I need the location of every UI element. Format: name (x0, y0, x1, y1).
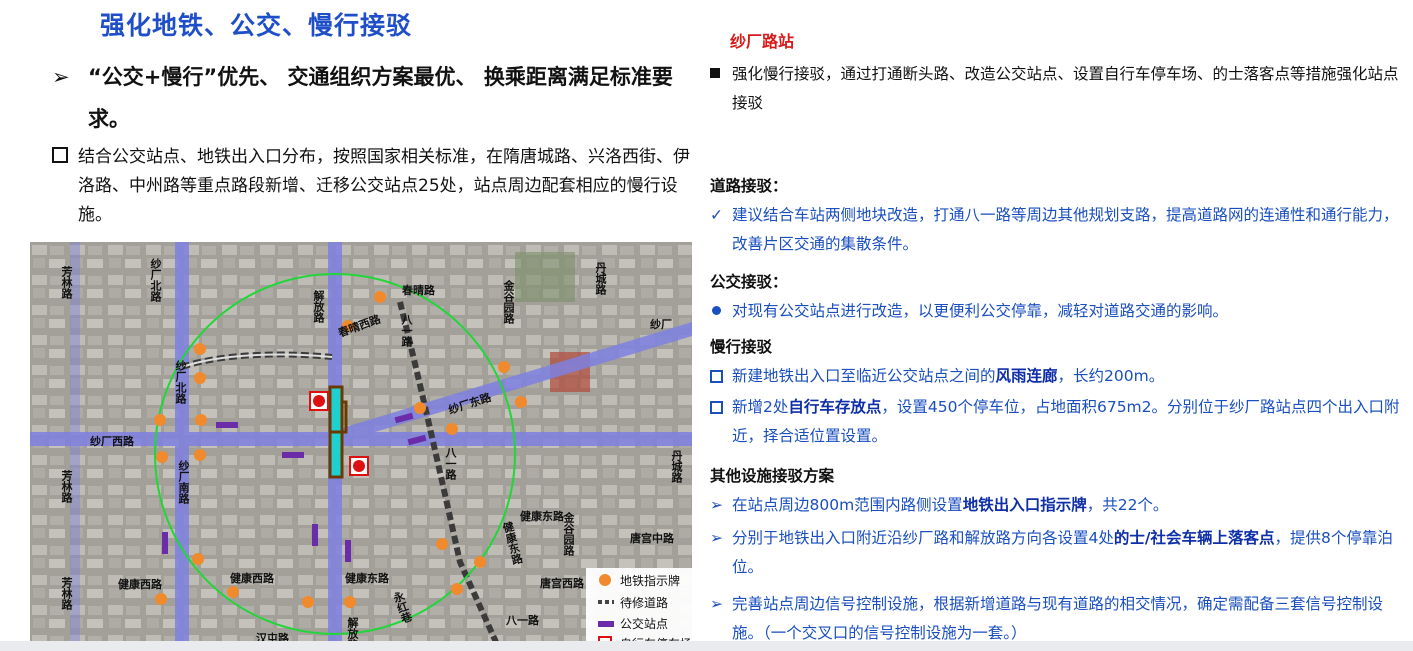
road-item: ✓ 建议结合车站两侧地块改造，打通八一路等周边其他规划支路，提高道路网的连通性和… (710, 201, 1410, 259)
other-item-2-bold: 的士/社会车辆上落客点 (1113, 529, 1275, 547)
road-label: 芳林路 (60, 469, 73, 504)
road-label: 纱厂西路 (90, 434, 135, 448)
road-label: 八一路 (505, 613, 540, 627)
purple-bar-icon (598, 621, 614, 627)
slow-item-2: 新增2处自行车存放点，设置450个停车位，占地面积675m2。分别位于纱厂路站点… (710, 393, 1410, 451)
filled-square-bullet-icon (710, 68, 720, 78)
slow-item-1-text: 新建地铁出入口至临近公交站点之间的 (732, 367, 996, 385)
station-name: 纱厂路站 (730, 32, 795, 51)
bike-parking-1 (309, 391, 329, 411)
road-label: 丹城路 (594, 262, 607, 296)
arrow-bullet-icon: ➢ (710, 529, 723, 547)
road-label: 纱厂北路 (174, 360, 187, 405)
slow-header: 慢行接驳 (710, 338, 773, 356)
slow-item-1-bold: 风雨连廊 (995, 367, 1058, 385)
road-label: 金谷园路 (502, 279, 516, 325)
road-label: 健康东路 (520, 509, 565, 523)
other-item-1-text: 在站点周边800m范围内路侧设置 (732, 496, 963, 514)
orange-dot-icon (599, 574, 611, 586)
other-item-2: ➢ 分别于地铁出入口附近沿纱厂路和解放路方向各设置4处的士/社会车辆上落客点，提… (710, 524, 1410, 582)
bus-stop-bullet: 结合公交站点、地铁出入口分布，按照国家相关标准，在隋唐城路、兴洛西街、伊洛路、中… (52, 143, 692, 230)
page-title: 强化地铁、公交、慢行接驳 (100, 11, 413, 40)
square-bullet-icon (710, 401, 723, 414)
square-bullet-icon (52, 147, 68, 163)
arrow-bullet-icon: ➢ (52, 65, 70, 89)
legend-label: 公交站点 (620, 616, 668, 631)
intro-item: 强化慢行接驳，通过打通断头路、改造公交站点、设置自行车停车场、的士落客点等措施强… (710, 60, 1410, 118)
road-label: 芳林路 (60, 576, 73, 611)
bottom-bar (0, 641, 1413, 651)
other-item-2-text: 分别于地铁出入口附近沿纱厂路和解放路方向各设置4处 (732, 529, 1114, 547)
bus-item: 对现有公交站点进行改造，以更便利公交停靠，减轻对道路交通的影响。 (710, 297, 1410, 326)
road-item-text: 建议结合车站两侧地块改造，打通八一路等周边其他规划支路，提高道路网的连通性和通行… (732, 206, 1399, 253)
other-header: 其他设施接驳方案 (710, 467, 835, 485)
road-label: 解放路 (312, 289, 326, 324)
road-label: 八一路 (444, 447, 458, 481)
legend-label: 地铁指示牌 (620, 573, 680, 588)
headline-text: “公交+慢行”优先、 交通组织方案最优、 换乘距离满足标准要求。 (88, 65, 673, 131)
road-label: 纱厂北路 (149, 258, 162, 303)
road-label: 金谷园路 (562, 511, 576, 557)
road-label: 春晴路 (402, 283, 436, 297)
road-label: 健康东路 (345, 571, 390, 585)
road-label: 丹城路 (670, 450, 683, 484)
bus-header: 公交接驳： (710, 273, 788, 291)
road-label: 芳林路 (60, 265, 73, 300)
road-label: 唐宫西路 (540, 576, 585, 590)
slow-item-1-post: ，长约200m。 (1057, 367, 1165, 385)
bus-item-text: 对现有公交站点进行改造，以更便利公交停靠，减轻对道路交通的影响。 (732, 302, 1229, 320)
road-label: 纱厂 (650, 318, 672, 331)
other-item-1-bold: 地铁出入口指示牌 (962, 496, 1087, 514)
other-item-1: ➢ 在站点周边800m范围内路侧设置地铁出入口指示牌，共22个。 (710, 491, 1410, 520)
other-item-1-post: ，共22个。 (1086, 496, 1169, 514)
map-canvas: 芳林路 纱厂北路 解放路 春晴路 金谷园路 丹城路 纱厂 春晴西路 八一路 纱厂… (30, 242, 692, 651)
road-label: 健康西路 (118, 577, 163, 591)
slow-item-2-text: 新增2处 (732, 398, 789, 416)
arrow-bullet-icon: ➢ (710, 595, 723, 613)
bus-stop-text: 结合公交站点、地铁出入口分布，按照国家相关标准，在隋唐城路、兴洛西街、伊洛路、中… (78, 147, 690, 225)
map-legend: 地铁指示牌 待修道路 公交站点 自行车停车场 (586, 568, 692, 651)
legend-label: 待修道路 (620, 595, 668, 610)
road-header: 道路接驳： (710, 177, 788, 195)
bike-parking-2 (349, 456, 369, 476)
road-label: 八一路 (400, 314, 414, 348)
dot-bullet-icon (712, 306, 721, 315)
intro-text: 强化慢行接驳，通过打通断头路、改造公交站点、设置自行车停车场、的士落客点等措施强… (732, 65, 1399, 112)
headline-bullet: ➢ “公交+慢行”优先、 交通组织方案最优、 换乘距离满足标准要求。 (52, 56, 692, 140)
road-label: 健康西路 (230, 571, 275, 585)
arrow-bullet-icon: ➢ (710, 496, 723, 514)
slow-item-1: 新建地铁出入口至临近公交站点之间的风雨连廊，长约200m。 (710, 362, 1410, 391)
other-item-3: ➢ 完善站点周边信号控制设施，根据新增道路与现有道路的相交情况，确定需配备三套信… (710, 590, 1410, 648)
checkmark-icon: ✓ (710, 206, 723, 224)
other-item-3-text: 完善站点周边信号控制设施，根据新增道路与现有道路的相交情况，确定需配备三套信号控… (732, 595, 1384, 642)
slow-item-2-bold: 自行车存放点 (788, 398, 882, 416)
station-map: 芳林路 纱厂北路 解放路 春晴路 金谷园路 丹城路 纱厂 春晴西路 八一路 纱厂… (30, 242, 692, 651)
square-bullet-icon (710, 370, 723, 383)
road-label: 唐宫中路 (630, 531, 675, 545)
road-label: 纱厂南路 (177, 460, 190, 505)
